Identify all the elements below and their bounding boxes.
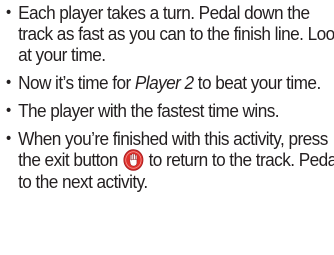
list-item: • Now it’s time for Player 2 to beat you…: [6, 72, 334, 93]
bullet: •: [6, 102, 11, 119]
item-text: The player with the fastest time wins.: [18, 100, 279, 121]
bullet: •: [6, 130, 11, 147]
item-text-end: to beat your time.: [193, 72, 321, 93]
player-name: Player 2: [134, 72, 194, 93]
list-item: • When you’re finished with this activit…: [6, 128, 334, 192]
instruction-list: • Each player takes a turn. Pedal down t…: [6, 2, 334, 199]
list-item: • The player with the fastest time wins.: [6, 100, 334, 121]
bullet: •: [6, 4, 11, 21]
item-text: Each player takes a turn. Pedal down the…: [18, 2, 334, 65]
item-text-start: Now it’s time for: [18, 72, 135, 93]
bullet: •: [6, 74, 11, 91]
exit-hand-icon: [123, 149, 144, 171]
list-item: • Each player takes a turn. Pedal down t…: [6, 2, 334, 65]
